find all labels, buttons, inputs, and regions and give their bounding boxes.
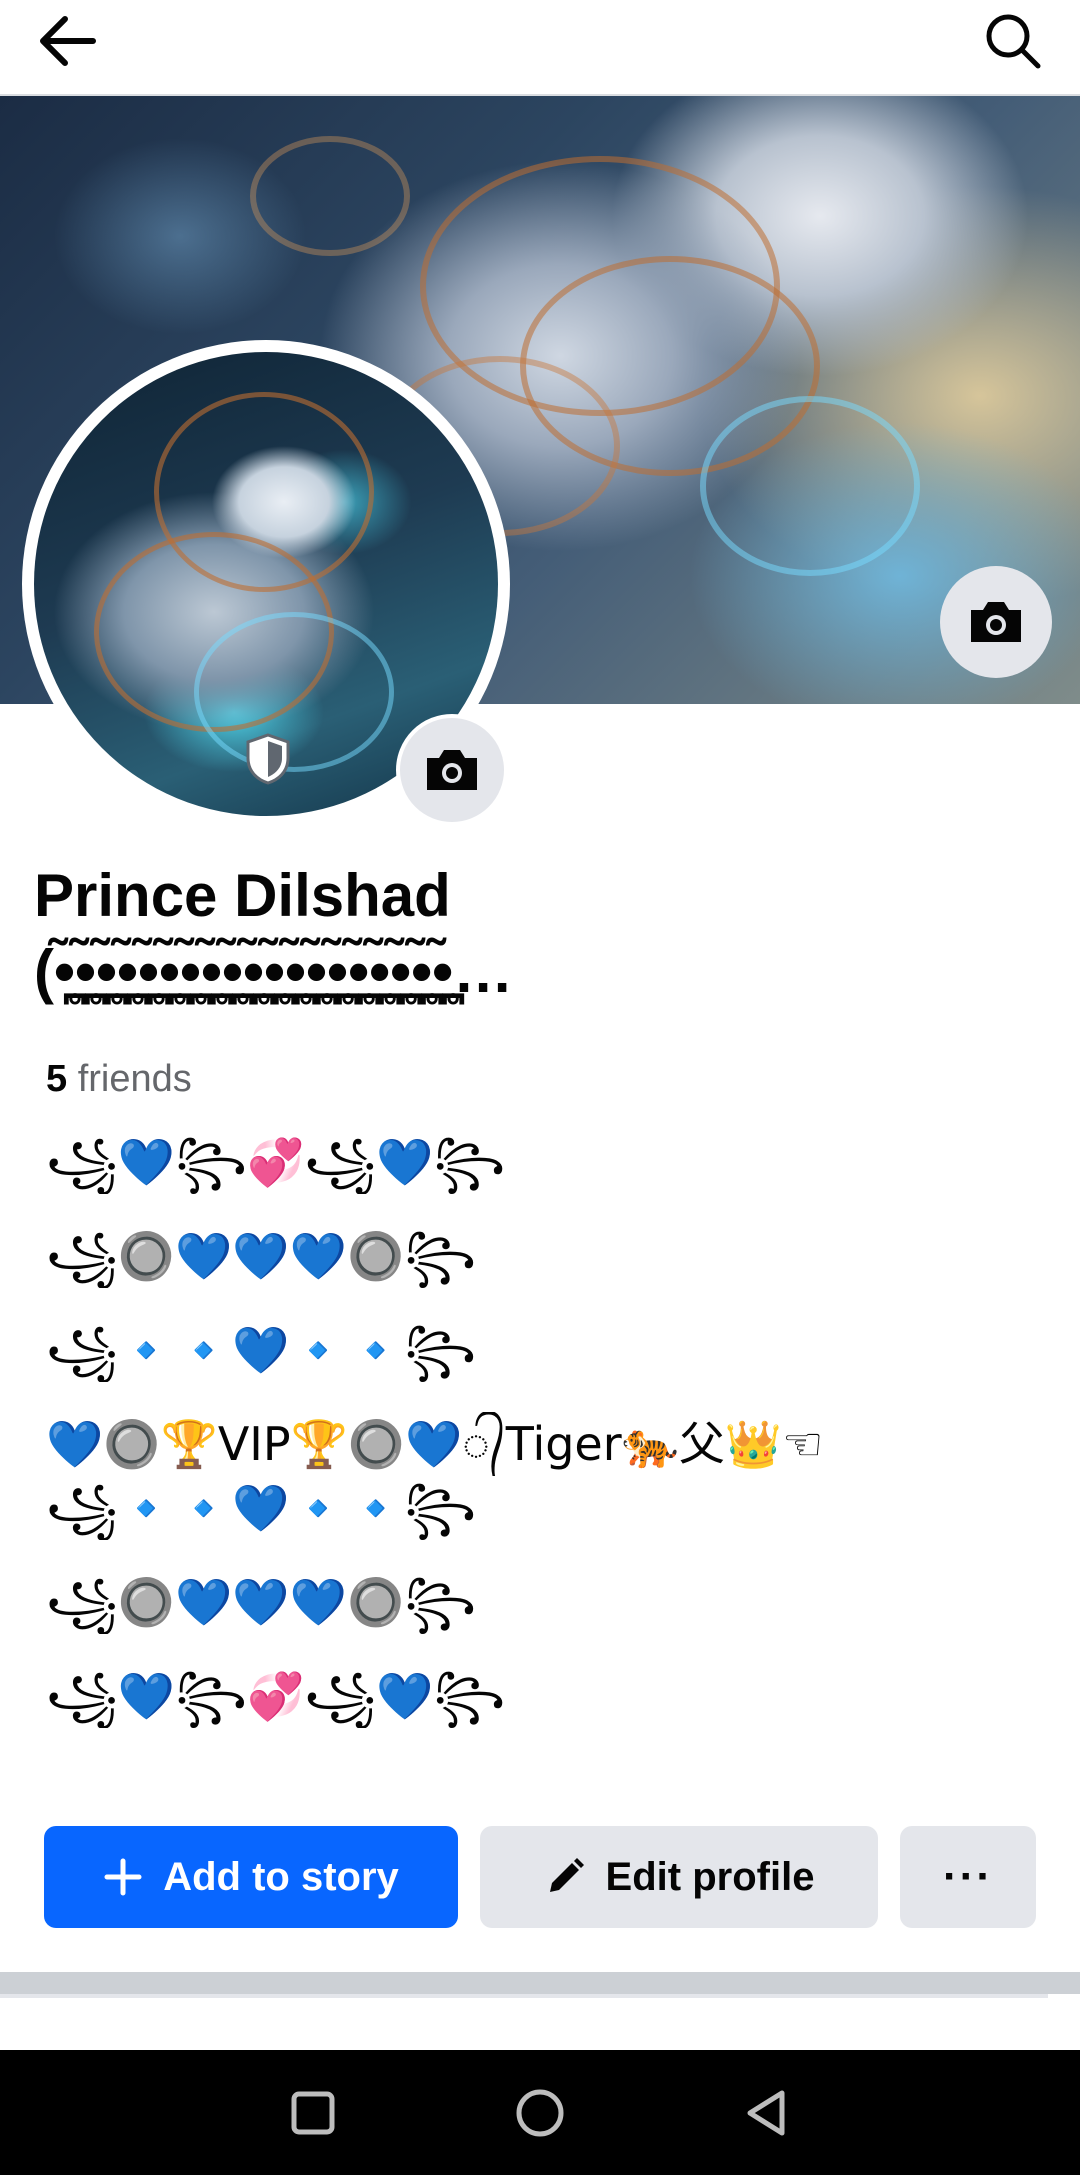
recent-apps-button[interactable] — [268, 2068, 358, 2158]
bio-line: ꧁💙꧂💞꧁💙꧂ — [46, 1669, 506, 1723]
bio-line: ꧁🔹🔹💙🔹🔹꧂ — [46, 1481, 477, 1535]
friends-label: friends — [67, 1058, 192, 1100]
edit-profile-picture-button[interactable] — [396, 714, 508, 826]
add-to-story-button[interactable]: Add to story — [44, 1826, 458, 1928]
section-divider — [0, 1972, 1080, 1994]
square-icon — [291, 2091, 335, 2134]
camera-icon — [971, 602, 1021, 642]
edit-cover-photo-button[interactable] — [940, 566, 1052, 678]
search-button[interactable] — [980, 8, 1046, 74]
bio-line: ꧁🔘💙💙💙🔘꧂ — [46, 1229, 477, 1283]
edit-profile-label: Edit profile — [605, 1854, 815, 1899]
back-button[interactable] — [34, 8, 100, 74]
add-to-story-label: Add to story — [163, 1854, 399, 1899]
edit-profile-button[interactable]: Edit profile — [480, 1826, 878, 1928]
system-back-button[interactable] — [722, 2068, 812, 2158]
friends-count[interactable]: 5 friends — [46, 1058, 192, 1101]
circle-icon — [516, 2089, 564, 2136]
bio-line: ꧁💙꧂💞꧁💙꧂ — [46, 1135, 506, 1189]
bio-line: ꧁🔘💙💙💙🔘꧂ — [46, 1575, 477, 1629]
friends-number: 5 — [46, 1058, 68, 1100]
pencil-icon — [544, 1856, 586, 1898]
more-options-button[interactable]: ··· — [900, 1826, 1036, 1928]
more-options-label: ··· — [943, 1852, 993, 1901]
arrow-left-icon — [40, 16, 96, 66]
top-bar — [0, 0, 1080, 96]
system-nav-bar — [0, 2050, 1080, 2175]
home-button[interactable] — [495, 2068, 585, 2158]
profile-actions: Add to story Edit profile ··· — [44, 1826, 1036, 1928]
profile-name: Prince Dilshad (•̪̥̃•̪̥̃•̪̥̃•̪̥̃•̪̥̃•̪̥̃… — [34, 858, 1044, 1010]
profile-name-line2: (•̪̥̃•̪̥̃•̪̥̃•̪̥̃•̪̥̃•̪̥̃•̪̥̃•̪̥̃•̪̥̃•̪̥… — [34, 938, 514, 1005]
bio-line: 💙🔘🏆VIP🏆🔘💙᭄Tiger🐅父👑☜ — [46, 1417, 824, 1471]
bio-line: ꧁🔹🔹💙🔹🔹꧂ — [46, 1323, 477, 1377]
profile-name-line1: Prince Dilshad — [34, 862, 451, 929]
divider-line — [0, 1994, 1048, 1998]
plus-icon — [103, 1857, 143, 1897]
profile-guard-shield-icon — [244, 732, 292, 786]
triangle-back-icon — [747, 2090, 785, 2135]
search-icon — [986, 14, 1041, 69]
profile-bio: ꧁💙꧂💞꧁💙꧂ ꧁🔘💙💙💙🔘꧂ ꧁🔹🔹💙🔹🔹꧂ 💙🔘🏆VIP🏆🔘💙᭄Tiger🐅… — [46, 1130, 1046, 1728]
camera-icon — [427, 750, 477, 790]
